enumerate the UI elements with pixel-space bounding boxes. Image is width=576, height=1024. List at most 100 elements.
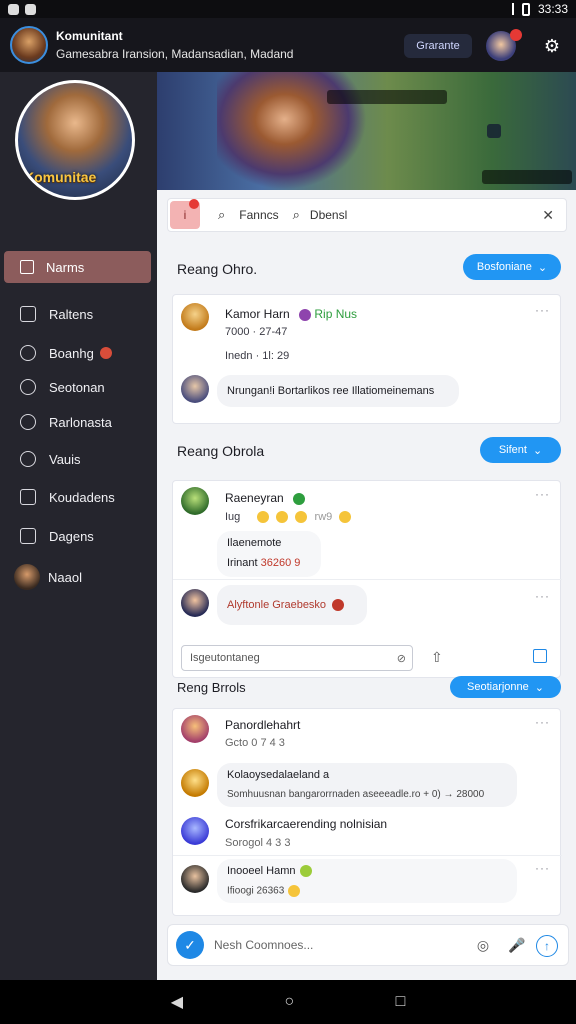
message-bubble[interactable]: Kolaoysedalaeland a Somhuusnan bangarorr… [217,763,517,807]
comment-input[interactable]: Isgeutontaneg ⊘ [181,645,413,671]
gear-icon[interactable]: ⚙ [542,36,562,56]
post-author: Panordlehahrt [225,718,301,732]
sidebar-item-label: Narms [46,259,85,275]
more-options-icon[interactable]: ··· [535,715,550,729]
sidebar-item-6[interactable]: Koudadens [20,489,115,505]
sidebar-item-label: Dagens [49,528,94,544]
chevron-down-icon: ⌄ [534,681,544,694]
reply-bubble[interactable]: Alyftonle Graebesko [217,585,367,625]
sidebar-item-label: Rarlonasta [49,414,112,430]
sidebar-item-active[interactable]: Narms [4,251,151,283]
app-header: Komunitant Gamesabra Iransion, Madansadi… [0,18,576,72]
microphone-icon[interactable]: 🎤 [508,936,526,954]
sidebar-item-3[interactable]: Seotonan [20,379,105,395]
more-options-icon[interactable]: ··· [535,589,550,603]
message-composer[interactable]: ✓ Nesh Coomnoes... ◎ 🎤 ↑ [167,924,569,966]
verified-icon [293,492,306,505]
avatar[interactable] [181,817,209,845]
close-icon[interactable]: ✕ [542,207,554,224]
chevron-down-icon: ⌄ [537,261,548,274]
sidebar-item-4[interactable]: Rarlonasta [20,414,112,430]
more-options-icon[interactable]: ··· [535,861,550,875]
section-title: Reang Obrola [177,443,265,459]
recents-icon[interactable]: □ [396,993,406,1011]
attachment-icon[interactable]: ⊘ [397,652,406,665]
message-number: 36260 9 [260,557,301,569]
message-line: Somhuusnan bangarorrnaden aseeeadle.ro +… [227,789,485,800]
header-pill-button[interactable]: Grarante [404,34,472,58]
meta-text: rw9 [314,511,333,523]
avatar[interactable] [181,375,209,403]
title-text: Inooeel Hamn [227,865,296,877]
post-list-card: Panordlehahrt Gcto 0 7 4 3 ··· Kolaoysed… [172,708,562,916]
post-meta: Iug rw9 [225,511,352,524]
post-card: Raeneyran ··· Iug rw9 Ilaenemote Irinant… [172,480,562,678]
emoji-icon [295,511,308,524]
emoji-icon [257,511,270,524]
sidebar-item-7[interactable]: Dagens [20,528,94,544]
search-icon: ⌕ [292,207,300,222]
section-dropdown-button[interactable]: Sifent ⌄ [480,437,561,463]
app-icon [25,3,36,15]
avatar[interactable] [181,715,209,743]
section-dropdown-button[interactable]: Bosfoniane ⌄ [463,254,561,280]
share-icon[interactable]: ⇧ [431,649,443,666]
home-icon[interactable]: ○ [284,993,294,1011]
avatar[interactable] [181,303,209,331]
square-icon [20,260,34,274]
expand-icon[interactable] [533,649,547,663]
sidebar-item-5[interactable]: Vauis [20,451,81,467]
send-icon[interactable]: ↑ [536,935,558,957]
search-bar[interactable]: i ⌕ Fanncs ⌕ Dbensl ✕ [167,198,567,232]
message-input[interactable]: Nesh Coomnoes... [214,938,313,952]
avatar[interactable] [181,769,209,797]
message-line: Ifioogi 26363 [227,885,507,898]
message-line: Irinant 36260 9 [227,557,311,569]
section-dropdown-button[interactable]: Seotiarjonne ⌄ [450,676,561,698]
post-author: Kamor Harn Rip Nus [225,307,357,321]
emoji-icon [288,885,301,898]
community-logo[interactable] [10,26,48,64]
list-icon [20,489,36,505]
section-title: Reang Ohro. [177,261,258,277]
pill-label: Sifent [498,444,527,456]
reply-bubble[interactable]: Nrungan!i Bortarlikos ree Illatiomeinema… [217,375,459,407]
folder-icon [20,528,36,544]
message-title: Inooeel Hamn [227,865,507,878]
post-meta: Sorogol 4 3 3 [225,837,291,849]
status-bar: 33:33 [0,0,576,18]
sidebar-item-8[interactable]: Naaol [14,564,82,590]
message-bubble[interactable]: Ilaenemote Irinant 36260 9 [217,531,321,577]
avatar[interactable] [181,487,209,515]
pin-icon[interactable]: ✓ [176,931,204,959]
line-text: Ifioogi 26363 [227,885,285,897]
message-bubble[interactable]: Inooeel Hamn Ifioogi 26363 [217,859,517,903]
profile-tag: Komunitae [24,169,97,185]
author-name: Raeneyran [225,491,284,505]
more-options-icon[interactable]: ··· [535,303,550,317]
camera-icon[interactable]: ◎ [474,936,492,954]
avatar[interactable] [181,589,209,617]
back-icon[interactable]: ◀ [171,992,183,1012]
post-card: Kamor Harn Rip Nus ··· 7000 · 27-47 Ined… [172,294,561,424]
avatar[interactable] [181,865,209,893]
game-banner-image[interactable] [157,72,576,190]
sidebar-item-2[interactable]: Boanhg [20,345,112,361]
user-avatar[interactable] [486,29,522,61]
search-chip[interactable]: Fanncs [239,208,278,222]
notification-badge [189,199,199,209]
avatar [14,564,40,590]
badge-icon [332,599,345,611]
sidebar-item-1[interactable]: Raltens [20,306,93,322]
signal-icon [511,3,514,15]
sidebar-item-label: Naaol [48,569,82,585]
sidebar-item-label: Vauis [49,451,81,467]
main-content: i ⌕ Fanncs ⌕ Dbensl ✕ Reang Ohro. Bosfon… [157,72,576,980]
hud-icon [487,124,501,138]
divider [173,579,562,580]
notification-icon [8,3,19,15]
notification-button[interactable]: i [170,199,200,229]
search-chip[interactable]: Dbensl [310,208,347,222]
profile-picture[interactable]: Komunitae [15,80,135,200]
more-options-icon[interactable]: ··· [535,487,550,501]
